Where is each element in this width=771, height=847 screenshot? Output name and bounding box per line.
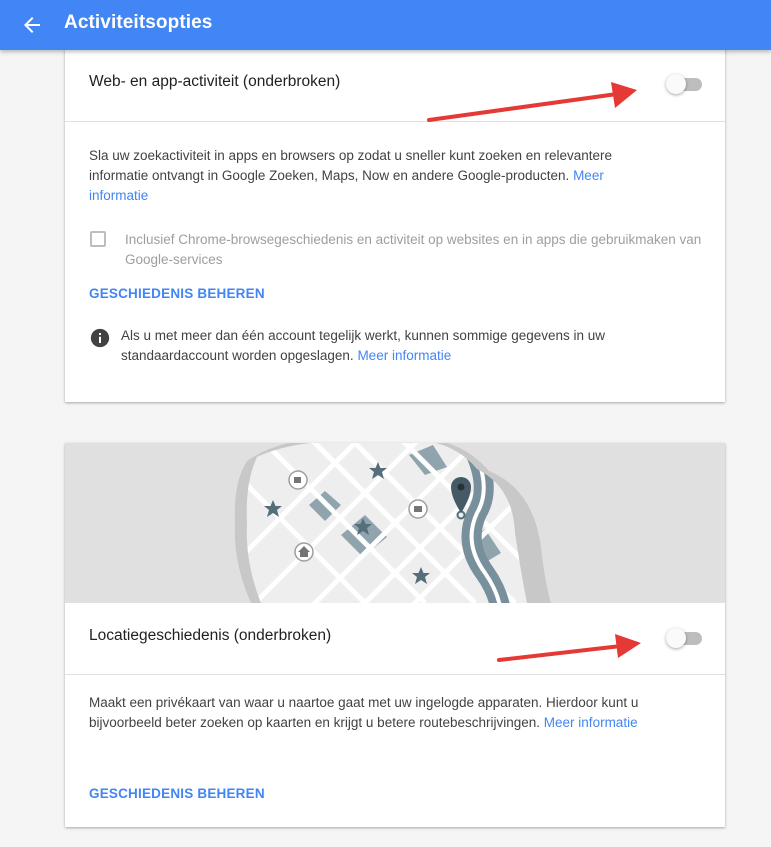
location-history-toggle[interactable] [666,628,702,648]
arrow-back-icon [24,17,40,33]
web-activity-toggle[interactable] [666,74,702,94]
map-illustration-graphic [234,443,551,603]
web-activity-header: Web- en app-activiteit (onderbroken) [65,40,725,122]
back-button[interactable] [20,13,44,37]
location-history-header: Locatiegeschiedenis (onderbroken) [65,603,725,675]
location-history-more-info-link[interactable]: Meer informatie [544,715,638,730]
web-activity-description: Sla uw zoekactiviteit in apps en browser… [89,146,649,206]
web-activity-title: Web- en app-activiteit (onderbroken) [89,73,341,90]
page-title: Activiteitsopties [64,12,213,33]
location-history-manage-history-link[interactable]: GESCHIEDENIS BEHEREN [89,786,265,801]
info-icon [90,328,110,348]
toggle-thumb [666,74,686,94]
chrome-history-label: Inclusief Chrome-browsegeschiedenis en a… [125,232,702,267]
app-bar: Activiteitsopties [0,0,771,50]
location-history-card: Locatiegeschiedenis (onderbroken) Maakt … [65,443,725,827]
info-more-info-link[interactable]: Meer informatie [357,348,451,363]
map-illustration [65,443,725,603]
multi-account-notice-text: Als u met meer dan één account tegelijk … [121,326,661,366]
web-activity-card: Web- en app-activiteit (onderbroken) Sla… [65,40,725,402]
toggle-thumb [666,628,686,648]
location-history-description: Maakt een privékaart van waar u naartoe … [89,693,644,733]
web-activity-manage-history-link[interactable]: GESCHIEDENIS BEHEREN [89,286,265,301]
chrome-history-checkbox[interactable] [90,231,106,247]
location-history-title: Locatiegeschiedenis (onderbroken) [89,627,332,644]
web-activity-description-text: Sla uw zoekactiviteit in apps en browser… [89,148,613,183]
